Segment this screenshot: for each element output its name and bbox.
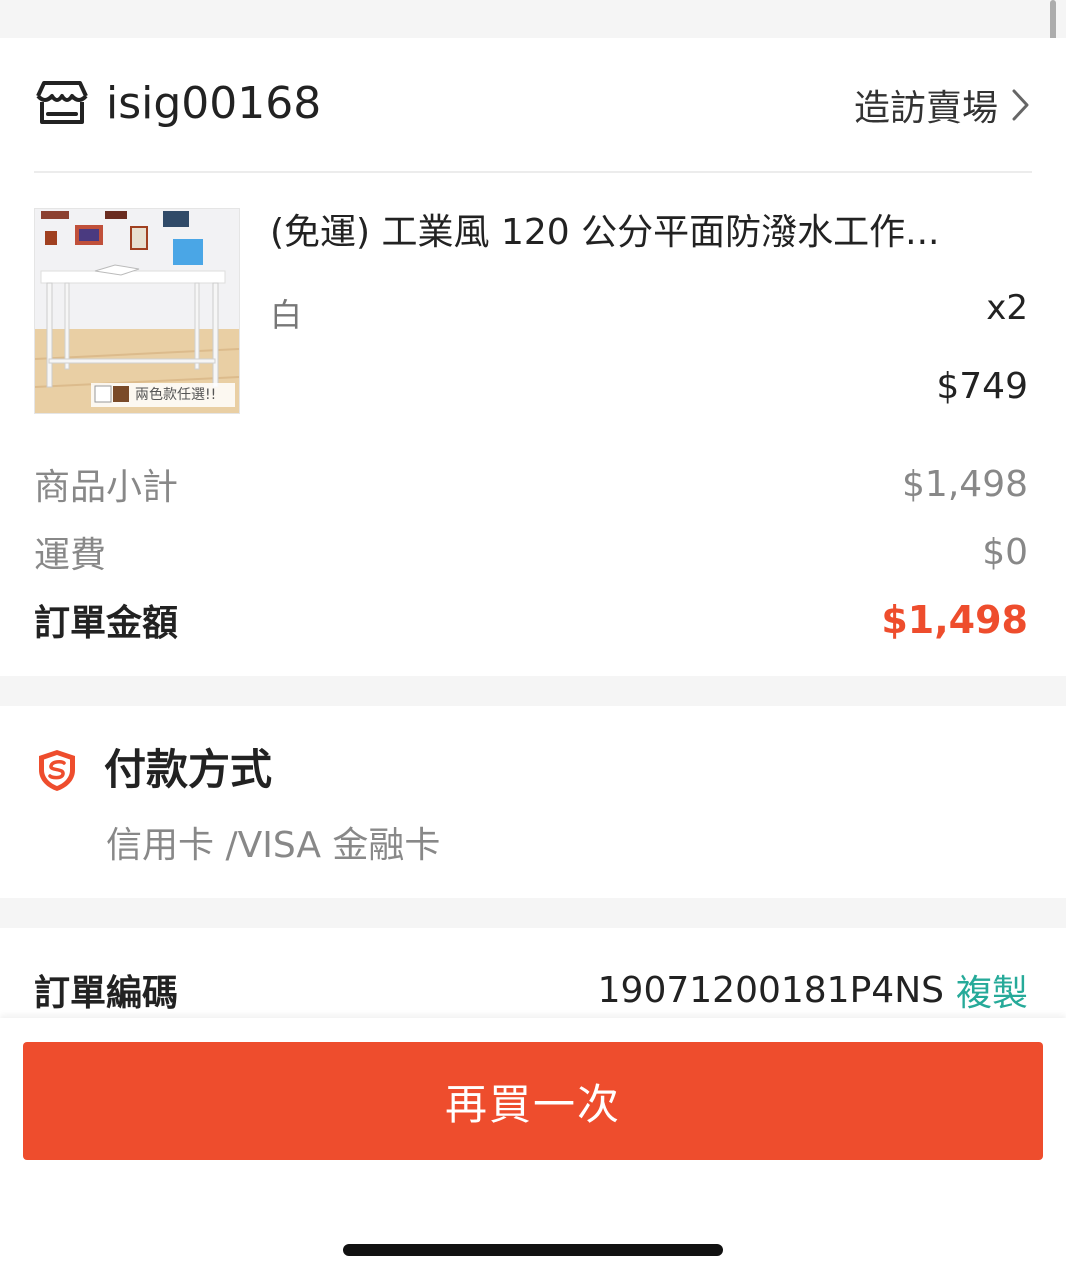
shield-icon	[39, 750, 75, 791]
copy-order-id-button[interactable]: 複製	[956, 964, 1028, 1016]
subtotal-value: $1,498	[902, 463, 1028, 505]
product-price: $749	[936, 366, 1028, 407]
subtotal-row: 商品小計 $1,498	[34, 458, 1028, 510]
shop-icon	[36, 81, 88, 124]
shipping-value: $0	[982, 531, 1028, 573]
order-total-value: $1,498	[881, 598, 1028, 642]
shop-name: isig00168	[106, 78, 322, 129]
product-variant: 白	[270, 296, 303, 334]
order-id-value: 19071200181P4NS	[597, 969, 944, 1011]
product-title[interactable]: (免運) 工業風 120 公分平面防潑水工作...	[270, 210, 990, 256]
visit-shop-link[interactable]: 造訪賣場	[854, 80, 1032, 130]
product-image[interactable]: 兩色款任選!!	[34, 208, 240, 414]
order-id-label: 訂單編碼	[34, 973, 179, 1014]
payment-card: 付款方式 信用卡 /VISA 金融卡	[0, 706, 1066, 898]
payment-title: 付款方式	[104, 745, 273, 794]
buy-again-button[interactable]: 再買一次	[23, 1042, 1043, 1160]
product-photo	[35, 209, 239, 413]
shop-header[interactable]: isig00168 造訪賣場	[0, 38, 1066, 172]
order-total-row: 訂單金額 $1,498	[34, 594, 1028, 646]
home-indicator[interactable]	[343, 1244, 723, 1256]
bottom-action-bar: 再買一次	[0, 1018, 1066, 1280]
order-total-label: 訂單金額	[34, 603, 179, 644]
buy-again-label: 再買一次	[444, 1079, 621, 1129]
order-id-group: 19071200181P4NS 複製	[598, 964, 1028, 1016]
subtotal-label: 商品小計	[34, 467, 179, 508]
shop-order-card: isig00168 造訪賣場 兩色款任選!! (免運) 工業風 120 公分平面…	[0, 38, 1066, 676]
visit-shop-label: 造訪賣場	[853, 88, 998, 129]
shipping-row: 運費 $0	[34, 526, 1028, 578]
product-quantity: x2	[986, 288, 1028, 328]
product-image-caption: 兩色款任選!!	[135, 387, 217, 403]
shipping-label: 運費	[34, 535, 107, 576]
chevron-right-icon	[1012, 89, 1029, 121]
payment-method: 信用卡 /VISA 金融卡	[106, 825, 441, 866]
divider	[34, 171, 1032, 173]
